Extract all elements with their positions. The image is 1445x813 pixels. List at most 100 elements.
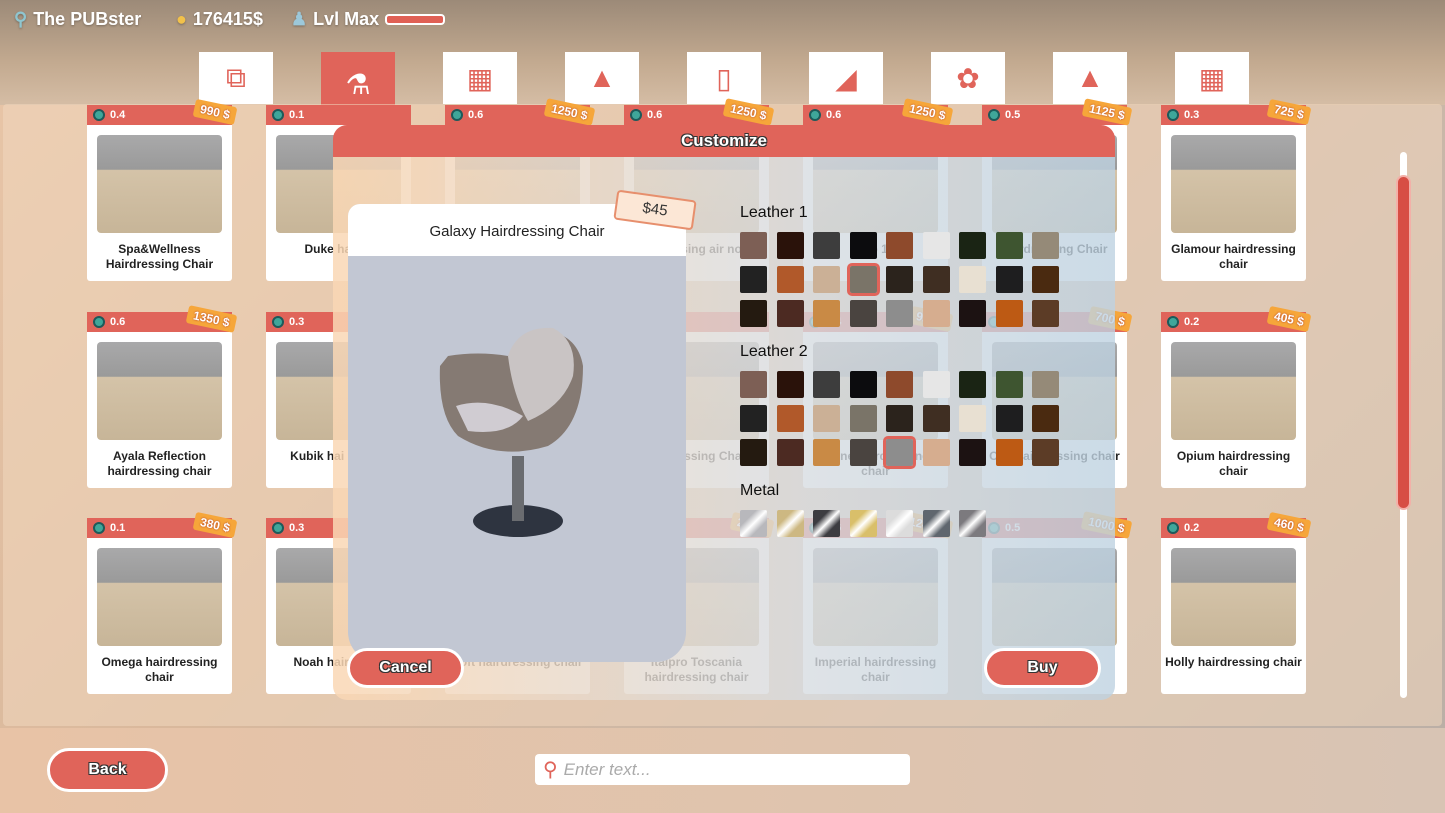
color-swatch[interactable] <box>886 300 913 327</box>
color-swatch[interactable] <box>813 439 840 466</box>
product-image <box>1171 548 1296 646</box>
color-swatch[interactable] <box>849 405 877 432</box>
color-swatch[interactable] <box>995 266 1023 293</box>
color-swatch[interactable] <box>813 405 840 432</box>
color-swatch[interactable] <box>740 439 767 466</box>
product-card[interactable]: 0.4 990 $ Spa&Wellness Hairdressing Chair <box>87 98 238 281</box>
color-swatch[interactable] <box>849 232 877 259</box>
gem-icon <box>1167 315 1179 328</box>
color-swatch[interactable] <box>813 510 840 537</box>
color-swatch[interactable] <box>922 266 950 293</box>
gem-icon <box>93 109 105 121</box>
product-card[interactable]: 0.2 460 $ Holly hairdressing chair <box>1161 511 1312 694</box>
product-name: Opium hairdressing chair <box>1176 448 1291 478</box>
color-swatch[interactable] <box>1032 371 1059 398</box>
buy-button[interactable]: Buy <box>984 648 1101 688</box>
color-swatch[interactable] <box>776 439 804 466</box>
color-swatch[interactable] <box>922 510 950 537</box>
color-swatch[interactable] <box>813 371 840 398</box>
color-swatch[interactable] <box>995 300 1023 327</box>
color-swatch[interactable] <box>849 371 877 398</box>
color-swatch[interactable] <box>883 436 916 469</box>
gem-value: 0.3 <box>289 522 305 534</box>
product-name: Spa&Wellness Hairdressing Chair <box>105 242 214 271</box>
color-swatch[interactable] <box>995 405 1023 432</box>
color-swatch[interactable] <box>776 232 804 259</box>
color-swatch[interactable] <box>776 266 804 293</box>
color-swatch[interactable] <box>776 371 804 398</box>
color-swatch[interactable] <box>922 405 950 432</box>
color-swatch[interactable] <box>922 300 950 327</box>
product-card[interactable]: 0.6 1350 $ Ayala Reflection hairdressing c… <box>87 304 238 488</box>
gem-value: 0.1 <box>289 109 305 121</box>
color-swatch[interactable] <box>1032 439 1059 466</box>
color-swatch[interactable] <box>886 371 913 398</box>
category-tab-5[interactable]: ◢ <box>809 52 883 104</box>
cancel-button[interactable]: Cancel <box>347 648 464 688</box>
color-swatch[interactable] <box>776 300 804 327</box>
color-swatch[interactable] <box>959 439 986 466</box>
color-swatch[interactable] <box>740 232 767 259</box>
color-swatch[interactable] <box>776 405 804 432</box>
color-swatch[interactable] <box>740 266 767 293</box>
color-swatch[interactable] <box>1032 232 1059 259</box>
category-tab-8[interactable]: ▦ <box>1175 52 1249 104</box>
color-swatch[interactable] <box>813 300 840 327</box>
color-swatch[interactable] <box>1032 266 1059 293</box>
gem-icon <box>272 315 284 328</box>
coin-icon: ● <box>176 9 187 29</box>
product-name: Holly hairdressing chair <box>1165 655 1302 669</box>
color-swatch[interactable] <box>740 405 767 432</box>
color-swatch[interactable] <box>846 263 880 296</box>
product-image <box>1171 341 1296 440</box>
color-swatch[interactable] <box>959 510 986 537</box>
product-image <box>97 341 222 440</box>
color-swatch[interactable] <box>776 510 804 537</box>
color-swatch[interactable] <box>959 232 986 259</box>
color-swatch[interactable] <box>740 510 767 537</box>
product-card[interactable]: 0.2 405 $ Opium hairdressing chair <box>1161 305 1312 488</box>
color-swatch[interactable] <box>849 300 877 327</box>
color-swatch[interactable] <box>813 232 840 259</box>
color-swatch[interactable] <box>922 439 950 466</box>
color-swatch[interactable] <box>1032 405 1059 432</box>
product-image <box>1171 135 1296 233</box>
category-tab-7[interactable]: ▲ <box>1053 52 1127 104</box>
gem-value: 0.4 <box>110 109 126 121</box>
color-swatch[interactable] <box>959 405 986 432</box>
category-tab-2[interactable]: ▦ <box>443 52 517 104</box>
location-pin-icon: ⚲ <box>14 9 28 29</box>
color-swatch[interactable] <box>959 300 986 327</box>
category-tab-4[interactable]: ▯ <box>687 52 761 104</box>
category-tab-3[interactable]: ▲ <box>565 52 639 104</box>
level: ♟ Lvl Max <box>291 9 446 30</box>
color-swatch[interactable] <box>959 371 986 398</box>
gem-value: 0.1 <box>110 522 126 534</box>
gem-value: 0.5 <box>1005 109 1021 121</box>
color-swatch[interactable] <box>995 371 1023 398</box>
scrollbar-thumb[interactable] <box>1396 175 1411 510</box>
color-swatch[interactable] <box>886 232 913 259</box>
category-tab-0[interactable]: ⧉ <box>199 52 273 104</box>
color-swatch[interactable] <box>740 371 767 398</box>
color-swatch[interactable] <box>813 266 840 293</box>
product-preview[interactable]: Galaxy Hairdressing Chair <box>348 204 686 662</box>
product-card[interactable]: 0.3 725 $ Glamour hairdressing chair <box>1161 98 1312 281</box>
color-swatch[interactable] <box>886 266 913 293</box>
color-swatch[interactable] <box>922 232 950 259</box>
back-button[interactable]: Back <box>47 748 168 792</box>
color-swatch[interactable] <box>740 300 767 327</box>
color-swatch[interactable] <box>995 232 1023 259</box>
category-tab-6[interactable]: ✿ <box>931 52 1005 104</box>
color-swatch[interactable] <box>1032 300 1059 327</box>
color-swatch[interactable] <box>886 405 913 432</box>
color-swatch[interactable] <box>849 439 877 466</box>
search-input[interactable]: ⚲ Enter text... <box>535 754 910 785</box>
color-swatch[interactable] <box>922 371 950 398</box>
color-swatch[interactable] <box>995 439 1023 466</box>
color-swatch[interactable] <box>886 510 913 537</box>
product-card[interactable]: 0.1 380 $ Omega hairdressing chair <box>87 511 238 694</box>
color-swatch[interactable] <box>959 266 986 293</box>
gem-value: 0.6 <box>647 109 663 121</box>
color-swatch[interactable] <box>849 510 877 537</box>
